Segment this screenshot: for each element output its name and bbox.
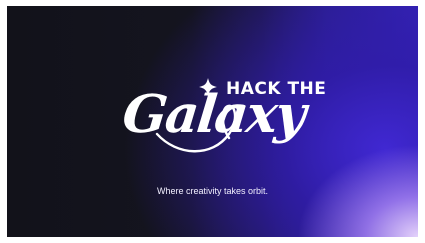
tagline: Where creativity takes orbit. — [156, 186, 269, 196]
slide-canvas: HACK THE Galaxy Where creativity takes o… — [7, 6, 418, 237]
script-wordmark: Galaxy — [119, 84, 307, 145]
